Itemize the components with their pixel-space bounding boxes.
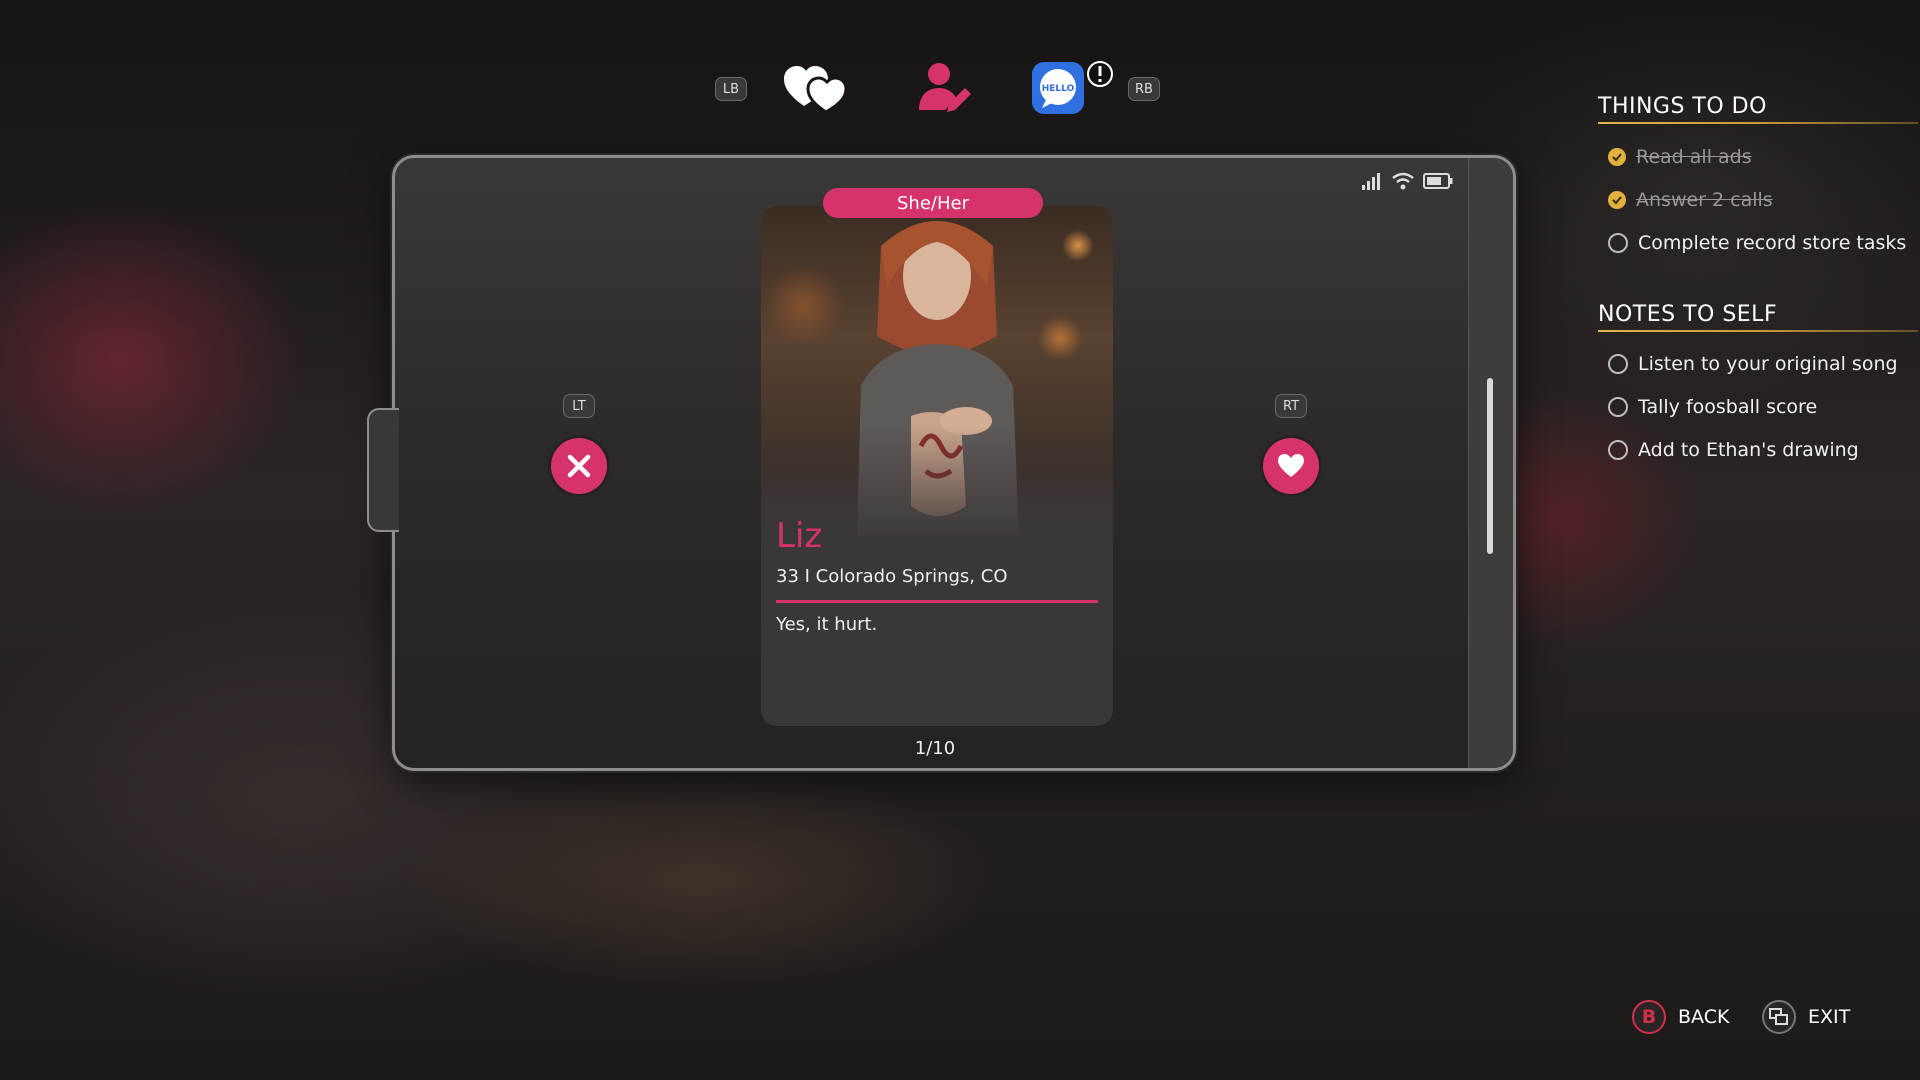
task-item: Answer 2 calls: [1608, 189, 1773, 211]
exit-label: EXIT: [1808, 1006, 1851, 1028]
empty-circle-icon: [1608, 440, 1628, 460]
rt-button-hint[interactable]: RT: [1275, 394, 1307, 418]
lt-button-hint[interactable]: LT: [563, 394, 595, 418]
things-to-do-rule: [1598, 122, 1918, 124]
scrollbar-thumb[interactable]: [1487, 378, 1493, 554]
hearts-icon[interactable]: [782, 60, 852, 116]
back-label: BACK: [1678, 1006, 1730, 1028]
phone-side-tab: [367, 408, 399, 532]
rb-button-hint[interactable]: RB: [1128, 77, 1160, 101]
svg-text:HELLO: HELLO: [1042, 84, 1075, 94]
profile-bio: Yes, it hurt.: [776, 614, 878, 635]
battery-icon: [1423, 173, 1453, 189]
signal-icon: [1362, 173, 1380, 190]
wifi-icon: [1392, 172, 1414, 190]
task-item: Read all ads: [1608, 146, 1752, 168]
profile-name: Liz: [776, 516, 823, 556]
notes-to-self-title: NOTES TO SELF: [1598, 302, 1778, 327]
reject-button[interactable]: [551, 438, 607, 494]
checkmark-icon: [1608, 191, 1626, 209]
back-action[interactable]: B BACK: [1632, 1000, 1729, 1034]
b-button-icon: B: [1632, 1000, 1666, 1034]
close-icon: [567, 454, 591, 478]
phone-frame: LT RT Liz 33 I Colorado Springs, CO Yes,…: [367, 155, 1516, 771]
note-item: Add to Ethan's drawing: [1608, 439, 1859, 461]
hello-chat-icon[interactable]: HELLO: [1032, 62, 1084, 114]
view-button-icon: [1762, 1000, 1796, 1034]
phone-scroll-rail: [1468, 158, 1513, 768]
profile-divider: [776, 600, 1098, 603]
note-item: Listen to your original song: [1608, 353, 1898, 375]
like-button[interactable]: [1263, 438, 1319, 494]
status-bar: [1361, 172, 1453, 190]
empty-circle-icon: [1608, 233, 1628, 253]
note-item: Tally foosball score: [1608, 396, 1817, 418]
profile-age-location: 33 I Colorado Springs, CO: [776, 566, 1008, 587]
things-to-do-title: THINGS TO DO: [1598, 94, 1767, 119]
pronoun-badge: She/Her: [823, 188, 1043, 218]
checkmark-icon: [1608, 148, 1626, 166]
exit-action[interactable]: EXIT: [1762, 1000, 1850, 1034]
lb-button-hint[interactable]: LB: [715, 77, 747, 101]
alert-icon: [1086, 60, 1114, 88]
profile-counter: 1/10: [914, 738, 956, 759]
task-item: Complete record store tasks: [1608, 232, 1906, 254]
empty-circle-icon: [1608, 354, 1628, 374]
heart-icon: [1278, 454, 1304, 477]
empty-circle-icon: [1608, 397, 1628, 417]
notes-to-self-rule: [1598, 330, 1918, 332]
profile-card[interactable]: Liz 33 I Colorado Springs, CO Yes, it hu…: [761, 206, 1113, 726]
profile-edit-icon[interactable]: [915, 60, 971, 116]
